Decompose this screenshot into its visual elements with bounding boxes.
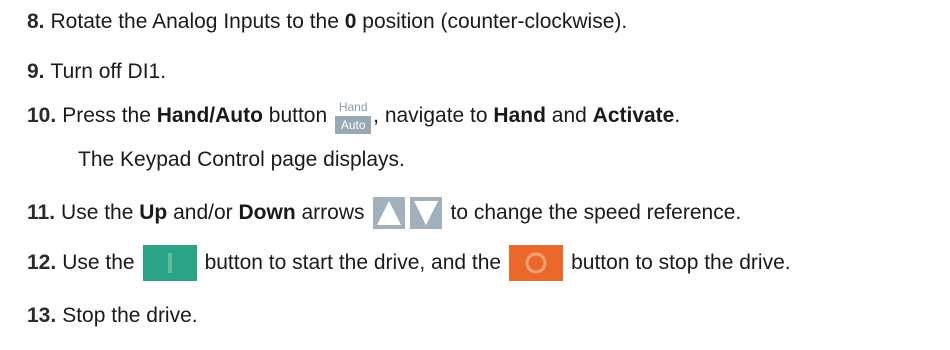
step-text: . — [674, 104, 681, 127]
step-text: Stop the drive. — [62, 304, 198, 327]
step-text: , navigate to — [373, 104, 488, 127]
step-text: button to stop the drive. — [571, 251, 791, 274]
step-12: 12. Use the button to start the drive, a… — [27, 245, 791, 281]
step-8: 8. Rotate the Analog Inputs to the 0 pos… — [27, 9, 627, 35]
step-10: 10. Press the Hand/Auto button Hand Auto… — [27, 98, 680, 134]
step-text: Use the — [61, 201, 134, 224]
step-number: 12. — [27, 251, 57, 274]
step-text: and — [551, 104, 587, 127]
up-label: Up — [139, 201, 168, 224]
step-text: Turn off DI1. — [50, 60, 167, 83]
step-text: Rotate the Analog Inputs to the — [50, 10, 339, 33]
step-text: Use the — [62, 251, 135, 274]
down-label: Down — [238, 201, 296, 224]
step-text: arrows — [301, 201, 365, 224]
step-10-subtext: The Keypad Control page displays. — [78, 148, 405, 171]
hand-auto-button-icon: Hand Auto — [335, 98, 372, 134]
start-button-icon — [142, 245, 197, 281]
step-number: 13. — [27, 304, 57, 327]
step-number: 8. — [27, 10, 45, 33]
position-value: 0 — [344, 10, 357, 33]
step-number: 10. — [27, 104, 57, 127]
arrow-keys — [372, 197, 447, 229]
stop-button-icon — [509, 245, 564, 281]
auto-label: Auto — [335, 116, 372, 134]
hand-auto-label: Hand/Auto — [156, 104, 263, 127]
step-text: button — [268, 104, 328, 127]
step-text: button to start the drive, and the — [204, 251, 502, 274]
step-13: 13. Stop the drive. — [27, 303, 198, 329]
down-arrow-icon — [409, 197, 442, 229]
step-text: to change the speed reference. — [450, 201, 742, 224]
step-11: 11. Use the Up and/or Down arrows to cha… — [27, 196, 741, 230]
step-text: and/or — [173, 201, 233, 224]
hand-label: Hand — [335, 98, 372, 116]
step-9: 9. Turn off DI1. — [27, 59, 166, 85]
hand-mode-label: Hand — [493, 104, 546, 127]
step-number: 9. — [27, 60, 45, 83]
step-text: Press the — [62, 104, 151, 127]
up-arrow-icon — [372, 197, 405, 229]
activate-label: Activate — [592, 104, 675, 127]
step-number: 11. — [27, 201, 56, 224]
step-text: position (counter-clockwise). — [362, 10, 628, 33]
